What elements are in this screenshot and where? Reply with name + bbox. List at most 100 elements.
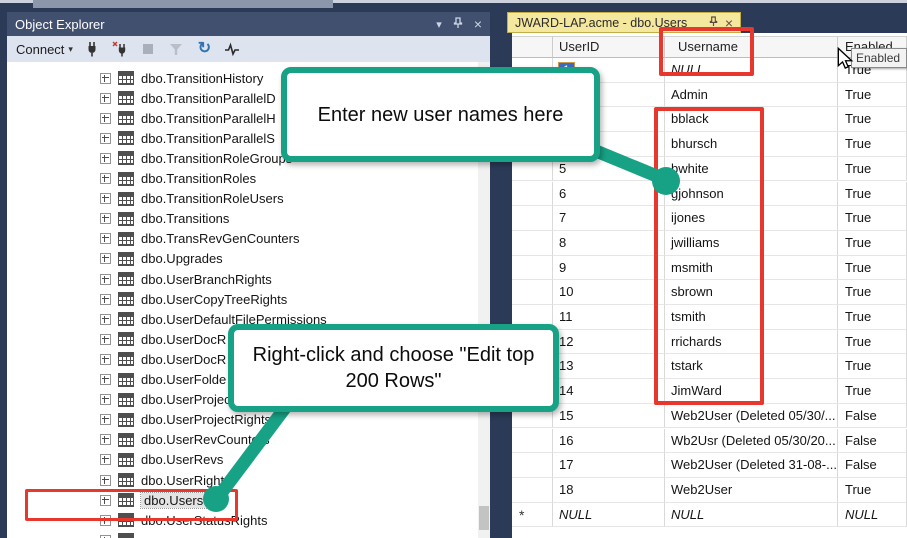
close-icon[interactable]: × <box>474 16 482 32</box>
cell-enabled[interactable]: True <box>838 83 907 108</box>
close-icon[interactable]: × <box>725 17 733 29</box>
row-header[interactable] <box>512 256 553 281</box>
cell-userid[interactable]: 10 <box>553 280 665 305</box>
cell-username[interactable]: JimWard <box>665 379 838 404</box>
tree-item[interactable]: dbo.UserRights <box>7 470 478 490</box>
cell-userid[interactable]: 13 <box>553 354 665 379</box>
cell-enabled[interactable]: True <box>838 157 907 182</box>
cell-userid[interactable]: 11 <box>553 305 665 330</box>
expand-plus-icon[interactable] <box>100 495 111 506</box>
row-header[interactable] <box>512 453 553 478</box>
tree-item[interactable]: dbo.TransitionRoles <box>7 169 478 189</box>
cell-userid[interactable]: 16 <box>553 429 665 454</box>
cell-userid[interactable]: 7 <box>553 206 665 231</box>
cell-enabled[interactable]: True <box>838 206 907 231</box>
window-position-icon[interactable]: ▾ <box>436 18 442 31</box>
cell-enabled[interactable]: True <box>838 256 907 281</box>
cell-username[interactable]: Web2User (Deleted 31-08-... <box>665 453 838 478</box>
cell-username[interactable]: Admin <box>665 83 838 108</box>
cell-username[interactable]: msmith <box>665 256 838 281</box>
filter-icon[interactable] <box>168 41 185 58</box>
cell-enabled[interactable]: NULL <box>838 503 907 528</box>
tree-item[interactable]: dbo.Transitions <box>7 209 478 229</box>
cell-username[interactable]: gjohnson <box>665 182 838 207</box>
expand-plus-icon[interactable] <box>100 454 111 465</box>
expand-plus-icon[interactable] <box>100 434 111 445</box>
row-header[interactable] <box>512 429 553 454</box>
tree-item[interactable]: dbo.UserProjectRights <box>7 410 478 430</box>
expand-plus-icon[interactable] <box>100 233 111 244</box>
cell-username[interactable]: Web2User <box>665 478 838 503</box>
cell-enabled[interactable]: False <box>838 453 907 478</box>
cell-userid[interactable]: 12 <box>553 330 665 355</box>
cell-enabled[interactable]: False <box>838 429 907 454</box>
expand-plus-icon[interactable] <box>100 133 111 144</box>
cell-username[interactable]: bwhite <box>665 157 838 182</box>
connect-plug-icon[interactable] <box>84 41 101 58</box>
cell-userid[interactable]: 17 <box>553 453 665 478</box>
expand-plus-icon[interactable] <box>100 354 111 365</box>
cell-username[interactable]: sbrown <box>665 280 838 305</box>
cell-userid[interactable]: 14 <box>553 379 665 404</box>
cell-enabled[interactable]: True <box>838 107 907 132</box>
expand-plus-icon[interactable] <box>100 515 111 526</box>
cell-userid[interactable]: 18 <box>553 478 665 503</box>
cell-username[interactable]: bblack <box>665 107 838 132</box>
cell-enabled[interactable]: True <box>838 330 907 355</box>
tree-item[interactable]: dbo.UserStatusRights <box>7 510 478 530</box>
pin-icon[interactable] <box>453 17 463 32</box>
cell-userid[interactable]: 6 <box>553 182 665 207</box>
expand-plus-icon[interactable] <box>100 93 111 104</box>
cell-username[interactable]: tsmith <box>665 305 838 330</box>
expand-plus-icon[interactable] <box>100 274 111 285</box>
disconnect-plug-icon[interactable] <box>112 41 129 58</box>
expand-plus-icon[interactable] <box>100 253 111 264</box>
tree-scrollbar-thumb[interactable] <box>479 506 489 530</box>
cell-username[interactable]: Web2User (Deleted 05/30/... <box>665 404 838 429</box>
stop-icon[interactable] <box>140 41 157 58</box>
tree-item[interactable]: dbo.Upgrades <box>7 249 478 269</box>
cell-enabled[interactable]: True <box>838 231 907 256</box>
pin-icon[interactable] <box>709 16 718 29</box>
cell-username[interactable]: bhursch <box>665 132 838 157</box>
tree-item[interactable]: dbo.UserRevCounters <box>7 430 478 450</box>
cell-userid[interactable]: NULL <box>553 503 665 528</box>
cell-enabled[interactable]: True <box>838 354 907 379</box>
expand-plus-icon[interactable] <box>100 414 111 425</box>
tree-item[interactable]: dbo.UserRevs <box>7 450 478 470</box>
grid-corner-cell[interactable] <box>512 36 553 58</box>
expand-plus-icon[interactable] <box>100 314 111 325</box>
row-header[interactable] <box>512 478 553 503</box>
row-header[interactable] <box>512 231 553 256</box>
cell-enabled[interactable]: True <box>838 478 907 503</box>
expand-plus-icon[interactable] <box>100 173 111 184</box>
expand-plus-icon[interactable] <box>100 374 111 385</box>
cell-username[interactable]: tstark <box>665 354 838 379</box>
cell-userid[interactable]: 9 <box>553 256 665 281</box>
expand-plus-icon[interactable] <box>100 213 111 224</box>
refresh-icon[interactable]: ↻ <box>196 41 213 58</box>
cell-enabled[interactable]: True <box>838 182 907 207</box>
connect-button[interactable]: Connect▾ <box>16 42 73 57</box>
expand-plus-icon[interactable] <box>100 193 111 204</box>
tree-item[interactable]: dbo.UserBranchRights <box>7 269 478 289</box>
row-header[interactable] <box>512 206 553 231</box>
cell-enabled[interactable]: True <box>838 305 907 330</box>
expand-plus-icon[interactable] <box>100 294 111 305</box>
tree-item[interactable]: dbo.TransRevGenCounters <box>7 229 478 249</box>
document-tab[interactable]: JWARD-LAP.acme - dbo.Users × <box>507 12 741 33</box>
activity-monitor-icon[interactable] <box>224 41 241 58</box>
expand-plus-icon[interactable] <box>100 113 111 124</box>
expand-plus-icon[interactable] <box>100 334 111 345</box>
cell-enabled[interactable]: True <box>838 379 907 404</box>
cell-enabled[interactable]: False <box>838 404 907 429</box>
cell-enabled[interactable]: True <box>838 280 907 305</box>
cell-username[interactable]: NULL <box>665 503 838 528</box>
cell-enabled[interactable]: True <box>838 132 907 157</box>
cell-userid[interactable]: 8 <box>553 231 665 256</box>
cell-username[interactable]: rrichards <box>665 330 838 355</box>
column-header-userid[interactable]: UserID <box>553 36 665 58</box>
cell-username[interactable]: Wb2Usr (Deleted 05/30/20... <box>665 429 838 454</box>
tree-item[interactable]: dbo.TransitionRoleUsers <box>7 189 478 209</box>
cell-userid[interactable]: 15 <box>553 404 665 429</box>
